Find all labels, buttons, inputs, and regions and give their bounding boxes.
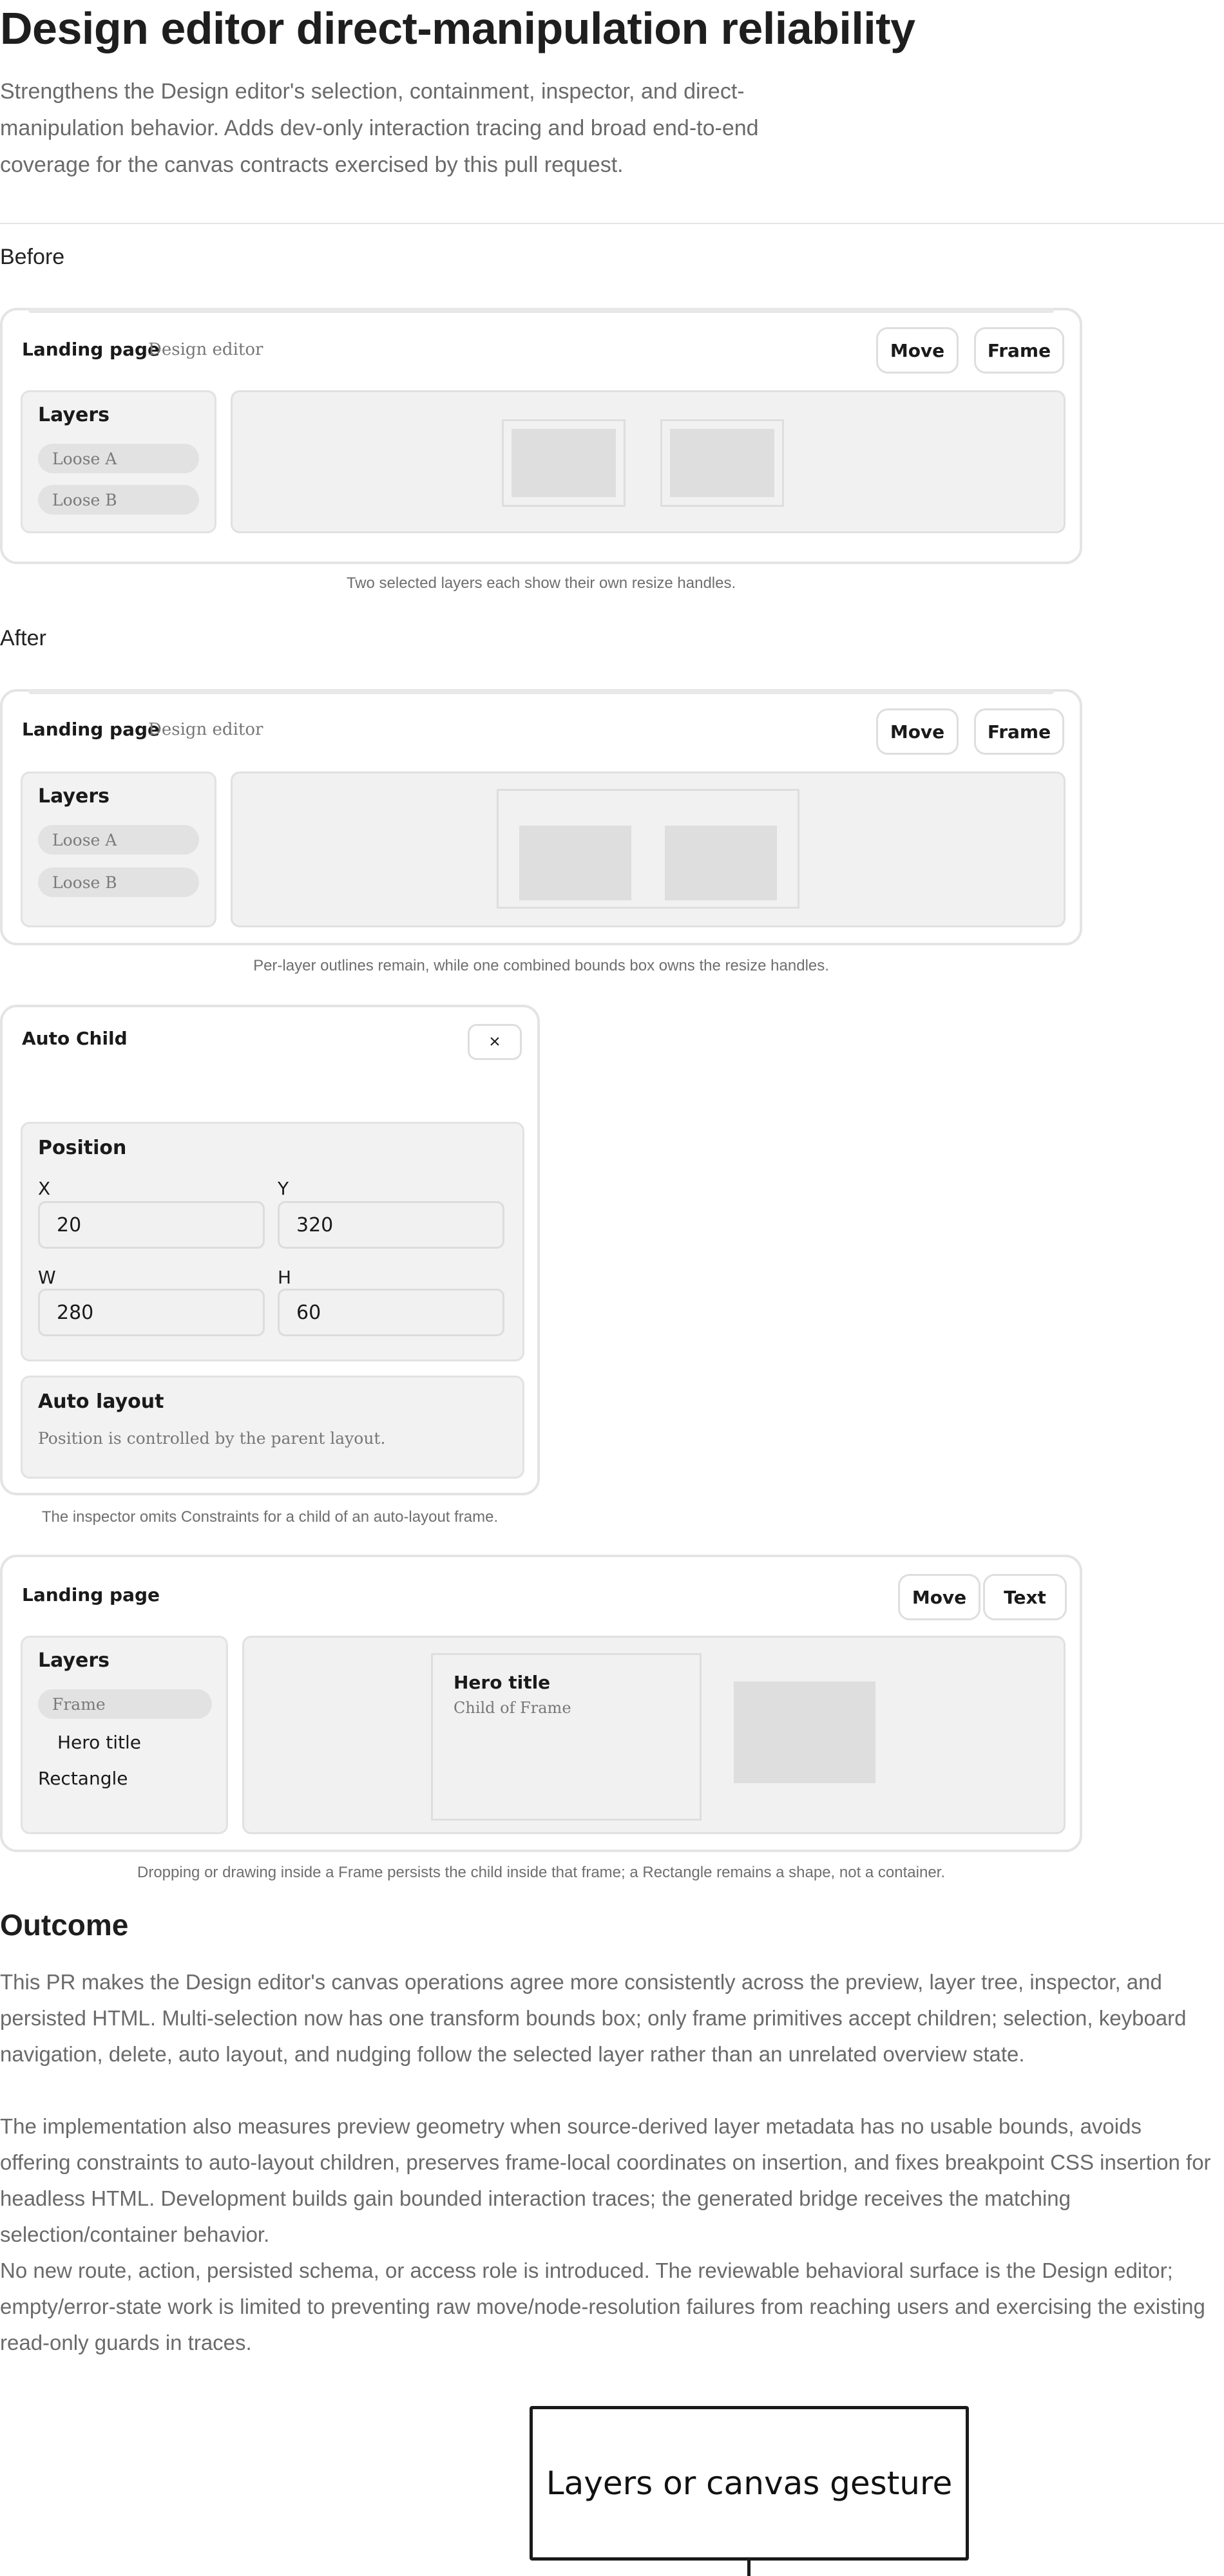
before-label: Before [0, 245, 65, 269]
hero-title-subtext: Child of Frame [454, 1699, 571, 1717]
move-button[interactable]: Move [876, 708, 959, 755]
frame-top-edge [28, 689, 1054, 694]
frame-button[interactable]: Frame [974, 327, 1064, 374]
layer-item-hero-title[interactable]: Hero title [57, 1732, 141, 1753]
layer-shape-a[interactable] [519, 826, 631, 900]
outcome-paragraph-3: No new route, action, persisted schema, … [0, 2259, 1205, 2354]
combined-bounds-box[interactable] [497, 789, 799, 909]
containment-frame: Landing page Move Text Layers Frame Hero… [0, 1555, 1082, 1852]
layers-panel: Layers Loose A Loose B [21, 772, 216, 927]
after-editor-frame: Landing page Design editor Move Frame La… [0, 689, 1082, 945]
inspector-title: Auto Child [22, 1028, 128, 1049]
app-subtitle: Design editor [148, 720, 263, 739]
auto-layout-text: Position is controlled by the parent lay… [38, 1429, 386, 1448]
layers-title: Layers [38, 785, 110, 808]
layer-item-loose-a[interactable]: Loose A [38, 825, 199, 855]
layer-item-loose-b[interactable]: Loose B [38, 485, 199, 515]
layer-shape-a[interactable] [512, 429, 616, 497]
x-input[interactable]: 20 [38, 1201, 265, 1249]
move-button[interactable]: Move [898, 1574, 980, 1620]
auto-layout-title: Auto layout [38, 1390, 164, 1413]
inspector-frame: Auto Child × Position X 20 Y 320 W 280 H… [0, 1005, 540, 1495]
layer-item-loose-b[interactable]: Loose B [38, 867, 199, 897]
position-title: Position [38, 1137, 127, 1159]
outcome-paragraph-1: This PR makes the Design editor's canvas… [0, 1970, 1187, 2066]
outcome-paragraph-2: The implementation also measures preview… [0, 2114, 1211, 2246]
inspector-caption: The inspector omits Constraints for a ch… [41, 1508, 499, 1526]
layer-item-frame[interactable]: Frame [38, 1689, 212, 1719]
before-editor-frame: Landing page Design editor Move Frame La… [0, 308, 1082, 564]
layer-shape-b[interactable] [665, 826, 777, 900]
w-label: W [38, 1267, 56, 1288]
intro-paragraph: Strengthens the Design editor's selectio… [0, 79, 759, 177]
layer-item-rectangle[interactable]: Rectangle [38, 1768, 128, 1789]
position-panel: Position X 20 Y 320 W 280 H 60 [21, 1122, 524, 1361]
containment-caption: Dropping or drawing inside a Frame persi… [137, 1864, 945, 1881]
y-label: Y [278, 1178, 289, 1199]
text-button[interactable]: Text [983, 1574, 1067, 1620]
app-title: Landing page [22, 719, 160, 740]
layers-title: Layers [38, 404, 110, 426]
app-title: Landing page [22, 339, 160, 360]
page-title: Design editor direct-manipulation reliab… [0, 3, 915, 53]
app-title: Landing page [22, 1584, 160, 1605]
y-input[interactable]: 320 [278, 1201, 504, 1249]
before-caption: Two selected layers each show their own … [346, 574, 736, 592]
frame-container[interactable]: Hero title Child of Frame [431, 1653, 702, 1821]
layers-panel: Layers Frame Hero title Rectangle [21, 1636, 228, 1834]
selection-outline-b[interactable] [660, 419, 784, 507]
h-input[interactable]: 60 [278, 1289, 504, 1336]
rectangle-shape[interactable] [734, 1681, 875, 1783]
canvas-area[interactable]: Hero title Child of Frame [242, 1636, 1066, 1834]
frame-button[interactable]: Frame [974, 708, 1064, 755]
flow-connector [747, 2558, 751, 2576]
layers-panel: Layers Loose A Loose B [21, 390, 216, 533]
layers-title: Layers [38, 1649, 110, 1672]
layer-item-loose-a[interactable]: Loose A [38, 444, 199, 473]
auto-layout-panel: Auto layout Position is controlled by th… [21, 1376, 524, 1479]
divider [0, 223, 1224, 224]
selection-outline-a[interactable] [502, 419, 626, 507]
app-subtitle: Design editor [148, 340, 263, 359]
canvas-area[interactable] [231, 772, 1066, 927]
after-label: After [0, 626, 46, 650]
canvas-area[interactable] [231, 390, 1066, 533]
layer-shape-b[interactable] [670, 429, 774, 497]
hero-title-text[interactable]: Hero title [454, 1672, 550, 1693]
frame-top-edge [28, 308, 1054, 313]
close-icon[interactable]: × [468, 1024, 522, 1060]
outcome-heading: Outcome [0, 1908, 129, 1942]
h-label: H [278, 1267, 292, 1288]
flow-node-gesture: Layers or canvas gesture [530, 2406, 969, 2561]
after-caption: Per-layer outlines remain, while one com… [253, 957, 829, 974]
x-label: X [38, 1178, 51, 1199]
move-button[interactable]: Move [876, 327, 959, 374]
w-input[interactable]: 280 [38, 1289, 265, 1336]
